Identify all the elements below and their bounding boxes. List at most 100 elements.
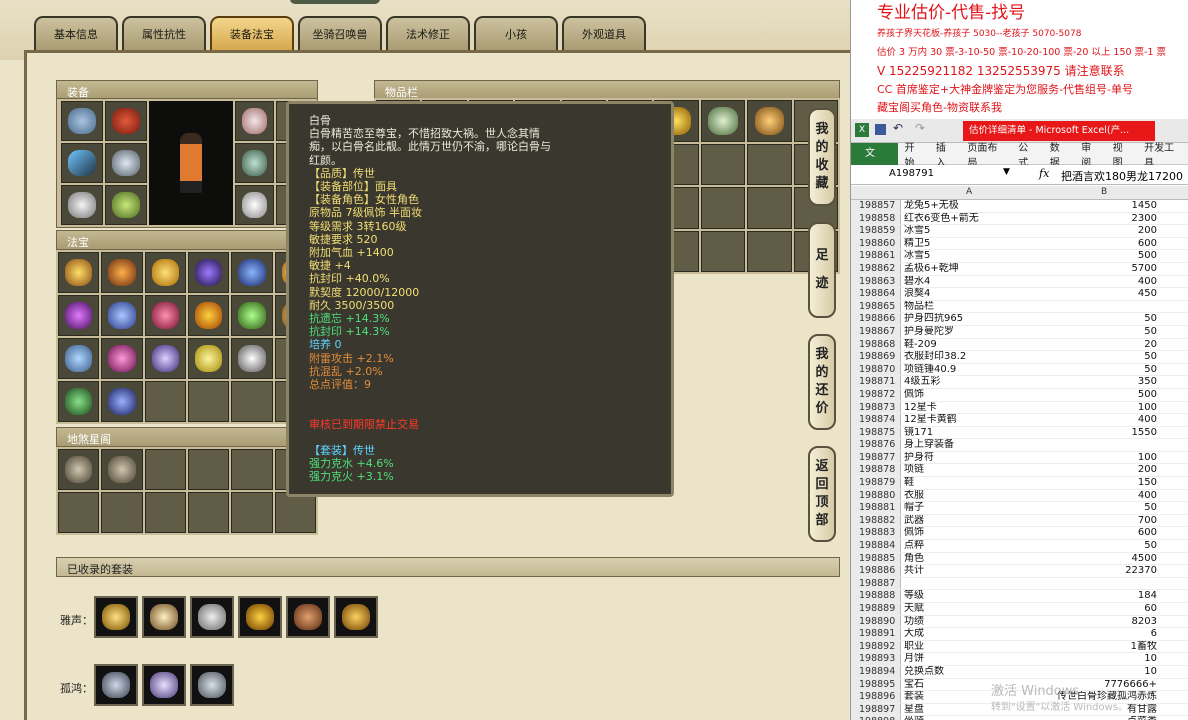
cell-b[interactable] xyxy=(1041,301,1161,313)
cell-b[interactable]: 50 xyxy=(1041,540,1161,552)
cell-a[interactable]: 冰雪5 xyxy=(901,225,1041,237)
cell-b[interactable]: 1畜牧 xyxy=(1041,641,1161,653)
cell-b[interactable]: 1550 xyxy=(1041,427,1161,439)
cell-b[interactable]: 150 xyxy=(1041,477,1161,489)
cell-a[interactable]: 冰雪5 xyxy=(901,250,1041,262)
fabao-slot[interactable] xyxy=(187,338,230,379)
equip-slot[interactable] xyxy=(235,185,274,225)
cell-b[interactable]: 8203 xyxy=(1041,616,1161,628)
ling-slot-empty[interactable] xyxy=(274,492,316,533)
row-number[interactable]: 198882 xyxy=(851,514,901,527)
ling-slot-empty[interactable] xyxy=(144,449,186,490)
item-slot-empty[interactable] xyxy=(700,230,746,272)
suit-item[interactable] xyxy=(190,596,234,638)
cell-b[interactable]: 50 xyxy=(1041,364,1161,376)
row-number[interactable]: 198889 xyxy=(851,603,901,615)
row-number[interactable]: 198868 xyxy=(851,338,901,351)
cell-b[interactable]: 50 xyxy=(1041,502,1161,514)
suit-item[interactable] xyxy=(334,596,378,638)
cell-a[interactable]: 帽子 xyxy=(901,502,1041,514)
fabao-slot[interactable] xyxy=(144,252,186,293)
cell-a[interactable]: 武器 xyxy=(901,515,1041,527)
row-number[interactable]: 198888 xyxy=(851,590,901,602)
cell-a[interactable]: 孟极6+乾坤 xyxy=(901,263,1041,275)
cell-b[interactable]: 4500 xyxy=(1041,553,1161,565)
cell-a[interactable]: 身上穿装备 xyxy=(901,439,1041,451)
suit-item[interactable] xyxy=(142,664,186,706)
cell-a[interactable]: 点粹 xyxy=(901,540,1041,552)
ling-slot-empty[interactable] xyxy=(231,449,273,490)
row-number[interactable]: 198861 xyxy=(851,250,901,262)
ribbon-tab-insert[interactable]: 插入 xyxy=(930,139,961,169)
fabao-slot[interactable] xyxy=(231,338,273,379)
cell-a[interactable]: 佩饰 xyxy=(901,527,1041,539)
tab-equip-fabao[interactable]: 装备法宝 xyxy=(210,16,294,50)
fabao-slot[interactable] xyxy=(231,295,273,336)
ribbon-tab-file[interactable]: 文件 xyxy=(851,142,899,181)
fabao-slot[interactable] xyxy=(101,252,143,293)
cell-b[interactable]: 50 xyxy=(1041,351,1161,363)
cell-a[interactable]: 职业 xyxy=(901,641,1041,653)
row-number[interactable]: 198891 xyxy=(851,628,901,640)
cell-b[interactable]: 700 xyxy=(1041,515,1161,527)
cell-a[interactable]: 12星卡黄鹤 xyxy=(901,414,1041,426)
cell-a[interactable]: 项链锤40.9 xyxy=(901,364,1041,376)
fabao-slot-empty[interactable] xyxy=(231,381,273,422)
item-slot-empty[interactable] xyxy=(700,187,746,229)
cell-a[interactable]: 浪獒4 xyxy=(901,288,1041,300)
row-number[interactable]: 198881 xyxy=(851,502,901,514)
item-slot-empty[interactable] xyxy=(700,143,746,185)
cell-b[interactable]: 600 xyxy=(1041,238,1161,250)
cell-a[interactable]: 物品栏 xyxy=(901,301,1041,313)
row-number[interactable]: 198878 xyxy=(851,464,901,477)
fabao-slot[interactable] xyxy=(144,338,186,379)
fabao-slot[interactable] xyxy=(187,252,230,293)
row-number[interactable]: 198874 xyxy=(851,414,901,426)
fabao-slot[interactable] xyxy=(144,295,186,336)
ribbon-tab-view[interactable]: 视图 xyxy=(1107,139,1138,169)
cell-b[interactable]: 5700 xyxy=(1041,263,1161,275)
cell-b[interactable]: 2300 xyxy=(1041,213,1161,225)
row-number[interactable]: 198873 xyxy=(851,401,901,414)
cell-a[interactable]: 衣服 xyxy=(901,490,1041,502)
equip-slot[interactable] xyxy=(105,185,147,225)
fabao-slot[interactable] xyxy=(101,381,143,422)
cell-b[interactable]: 20 xyxy=(1041,339,1161,351)
suit-item[interactable] xyxy=(190,664,234,706)
cell-b[interactable]: 60 xyxy=(1041,603,1161,615)
cell-a[interactable]: 龙兔5+无极 xyxy=(901,200,1041,212)
tab-child[interactable]: 小孩 xyxy=(474,16,558,50)
fabao-slot[interactable] xyxy=(231,252,273,293)
suit-item[interactable] xyxy=(94,664,138,706)
formula-input[interactable]: 把酒言欢180男龙17200 xyxy=(1061,168,1183,184)
tab-appearance-items[interactable]: 外观道具 xyxy=(562,16,646,50)
ling-slot-empty[interactable] xyxy=(187,492,230,533)
fabao-slot[interactable] xyxy=(187,295,230,336)
suit-item[interactable] xyxy=(238,596,282,638)
redo-icon[interactable]: ↷ xyxy=(915,121,925,135)
item-slot-empty[interactable] xyxy=(747,230,792,272)
row-number[interactable]: 198860 xyxy=(851,237,901,250)
cell-a[interactable] xyxy=(901,578,1041,590)
row-number[interactable]: 198875 xyxy=(851,426,901,439)
cell-a[interactable]: 精卫5 xyxy=(901,238,1041,250)
cell-a[interactable]: 功绩 xyxy=(901,616,1041,628)
equip-slot[interactable] xyxy=(105,101,147,141)
item-slot[interactable] xyxy=(747,100,792,142)
row-number[interactable]: 198894 xyxy=(851,665,901,678)
cell-b[interactable]: 50 xyxy=(1041,313,1161,325)
row-number[interactable]: 198864 xyxy=(851,288,901,300)
cell-a[interactable]: 角色 xyxy=(901,553,1041,565)
fabao-slot[interactable] xyxy=(58,252,100,293)
item-slot-empty[interactable] xyxy=(747,187,792,229)
ribbon-tab-developer[interactable]: 开发工具 xyxy=(1138,139,1188,169)
cell-b[interactable]: 1450 xyxy=(1041,200,1161,212)
equip-slot[interactable] xyxy=(61,101,103,141)
row-number[interactable]: 198895 xyxy=(851,678,901,691)
cell-b[interactable]: 100 xyxy=(1041,452,1161,464)
fabao-slot[interactable] xyxy=(58,295,100,336)
cell-b[interactable]: 50 xyxy=(1041,326,1161,338)
ribbon-tab-formulas[interactable]: 公式 xyxy=(1012,139,1043,169)
row-number[interactable]: 198869 xyxy=(851,351,901,363)
col-header-b[interactable]: B xyxy=(1101,187,1107,197)
